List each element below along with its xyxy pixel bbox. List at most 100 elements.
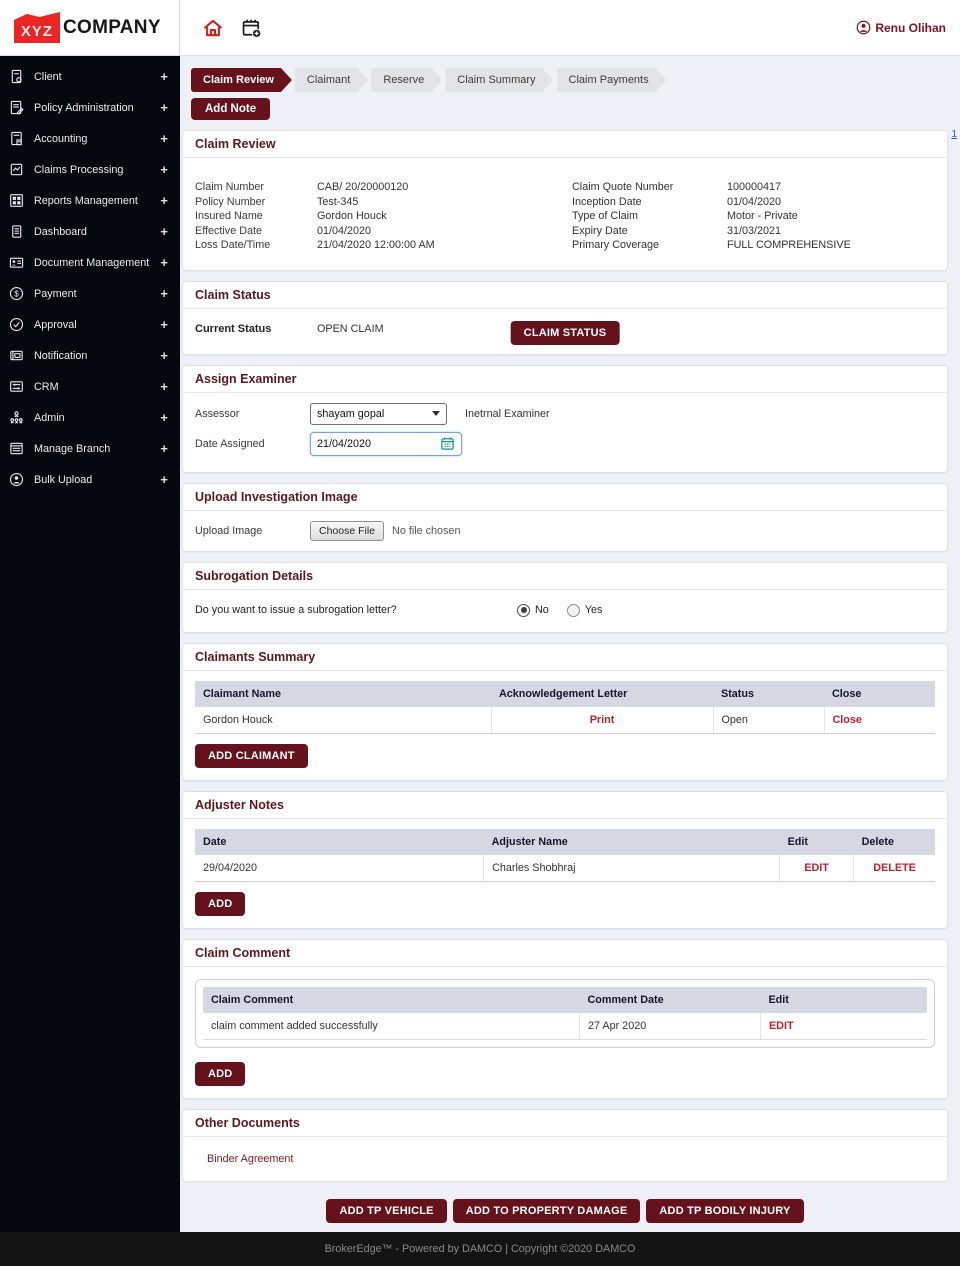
sidebar-item-bulk-upload[interactable]: Bulk Upload [0,464,180,495]
add-to-property-damage-button[interactable]: ADD TO PROPERTY DAMAGE [452,1198,641,1223]
column-header: Close [824,680,935,707]
edit-link[interactable]: EDIT [769,1020,794,1032]
close-link[interactable]: Close [833,714,862,726]
edit-link[interactable]: EDIT [804,862,829,874]
sidebar-item-claims-processing[interactable]: Claims Processing [0,154,180,185]
assessor-selected-value: shayam gopal [317,407,385,420]
sidebar-item-dashboard[interactable]: Dashboard [0,216,180,247]
sidebar-item-document-management[interactable]: Document Management [0,247,180,278]
choose-file-button[interactable]: Choose File [310,520,385,541]
bulk-upload-icon [8,471,25,488]
date-assigned-input[interactable]: 21/04/2020 [310,431,462,456]
sidebar-item-manage-branch[interactable]: Manage Branch [0,433,180,464]
expand-plus-icon[interactable] [160,441,168,456]
field-label: Inception Date [572,195,642,208]
expand-plus-icon[interactable] [160,472,168,487]
add-adjuster-note-button[interactable]: ADD [195,891,246,916]
sidebar-item-label: Notification [34,349,88,362]
column-header: Date [195,828,484,855]
expand-plus-icon[interactable] [160,317,168,332]
adjuster-notes-header: Adjuster Notes [183,792,947,819]
radio-option-no[interactable]: No [517,603,549,617]
claimant-name-cell: Gordon Houck [195,706,491,734]
claim-status-button[interactable]: CLAIM STATUS [510,320,620,345]
radio-yes-label: Yes [584,604,603,617]
assessor-select[interactable]: shayam gopal [310,402,447,425]
claim-status-body: Current Status OPEN CLAIM CLAIM STATUS [183,309,947,354]
sidebar-item-reports-management[interactable]: Reports Management [0,185,180,216]
tab-claim-summary[interactable]: Claim Summary [445,68,553,92]
claim-comment-header: Claim Comment [183,940,947,967]
home-icon[interactable] [200,15,226,41]
radio-yes-unselected[interactable] [566,603,580,617]
sidebar-item-admin[interactable]: Admin [0,402,180,433]
adjuster-notes-table: Date Adjuster Name Edit Delete 29/04/202… [195,828,935,882]
sidebar-item-policy-administration[interactable]: Policy Administration [0,92,180,123]
column-header: Adjuster Name [483,828,780,855]
expand-plus-icon[interactable] [160,162,168,177]
table-row: Gordon Houck Print Open Close [195,706,935,734]
add-claim-comment-button[interactable]: ADD [195,1061,246,1086]
radio-no-selected[interactable] [517,603,530,617]
expand-plus-icon[interactable] [160,348,168,363]
claim-review-body: Claim Number CAB/ 20/20000120 Claim Quot… [183,158,947,270]
field-value: 100000417 [727,181,782,193]
current-status-value: OPEN CLAIM [317,322,384,335]
sidebar-item-approval[interactable]: Approval [0,309,180,340]
expand-plus-icon[interactable] [160,379,168,394]
section-title: Upload Investigation Image [195,489,358,504]
app-footer: BrokerEdge™ - Powered by DAMCO | Copyrig… [0,1232,960,1266]
expand-plus-icon[interactable] [160,286,168,301]
expand-plus-icon[interactable] [160,100,168,115]
expand-plus-icon[interactable] [160,410,168,425]
calendar-picker-icon[interactable] [440,436,455,451]
expand-plus-icon[interactable] [160,255,168,270]
expand-plus-icon[interactable] [160,131,168,146]
sidebar-item-crm[interactable]: CRM [0,371,180,402]
claimants-summary-table: Claimant Name Acknowledgement Letter Sta… [195,680,935,734]
sidebar-item-label: Admin [34,411,65,424]
page-link-1[interactable]: 1 [951,129,957,140]
footer-text: BrokerEdge™ - Powered by DAMCO | Copyrig… [324,1243,636,1255]
field-label: Insured Name [195,210,263,223]
add-tp-vehicle-button[interactable]: ADD TP VEHICLE [326,1198,447,1223]
radio-option-yes[interactable]: Yes [566,603,603,617]
assign-examiner-card: Assign Examiner Assessor shayam gopal In… [182,364,948,473]
section-title: Claimants Summary [195,649,316,664]
sidebar-item-payment[interactable]: $ Payment [0,278,180,309]
field-label: Policy Number [195,195,266,208]
tab-claim-review[interactable]: Claim Review [191,68,292,92]
add-note-button[interactable]: Add Note [191,98,271,120]
sidebar-item-client[interactable]: Client [0,61,180,92]
field-label: Claim Quote Number [572,181,674,193]
tab-claim-payments[interactable]: Claim Payments [557,68,667,92]
tab-claimant[interactable]: Claimant [295,68,368,92]
chevron-down-icon [432,411,440,417]
expand-plus-icon[interactable] [160,69,168,84]
company-logo[interactable]: XYZ COMPANY [0,0,180,55]
approval-icon [8,316,25,333]
user-menu[interactable]: Renu Olihan [856,20,946,35]
tab-reserve[interactable]: Reserve [371,68,442,92]
claim-status-card: Claim Status Current Status OPEN CLAIM C… [182,280,948,355]
other-documents-card: Other Documents Binder Agreement [182,1108,948,1182]
field-value: FULL COMPREHENSIVE [727,239,851,252]
other-documents-header: Other Documents [183,1110,947,1137]
breadcrumb: Claim Review Claimant Reserve Claim Summ… [191,68,948,92]
binder-agreement-link[interactable]: Binder Agreement [207,1153,293,1165]
expand-plus-icon[interactable] [160,193,168,208]
sidebar-item-accounting[interactable]: Accounting [0,123,180,154]
expand-plus-icon[interactable] [160,224,168,239]
print-link[interactable]: Print [590,714,615,726]
subrogation-details-header: Subrogation Details [183,563,947,590]
comment-date-cell: 27 Apr 2020 [578,1012,761,1040]
add-tp-bodily-injury-button[interactable]: ADD TP BODILY INJURY [646,1198,804,1223]
section-title: Claim Status [195,287,271,302]
calendar-add-icon[interactable] [238,15,264,41]
sidebar-item-notification[interactable]: Notification [0,340,180,371]
add-claimant-button[interactable]: ADD CLAIMANT [195,743,308,768]
no-file-chosen-text: No file chosen [392,524,461,537]
delete-link[interactable]: DELETE [873,862,916,874]
sidebar-item-label: Manage Branch [34,442,111,455]
claimants-summary-card: Claimants Summary Claimant Name Acknowle… [182,642,948,781]
